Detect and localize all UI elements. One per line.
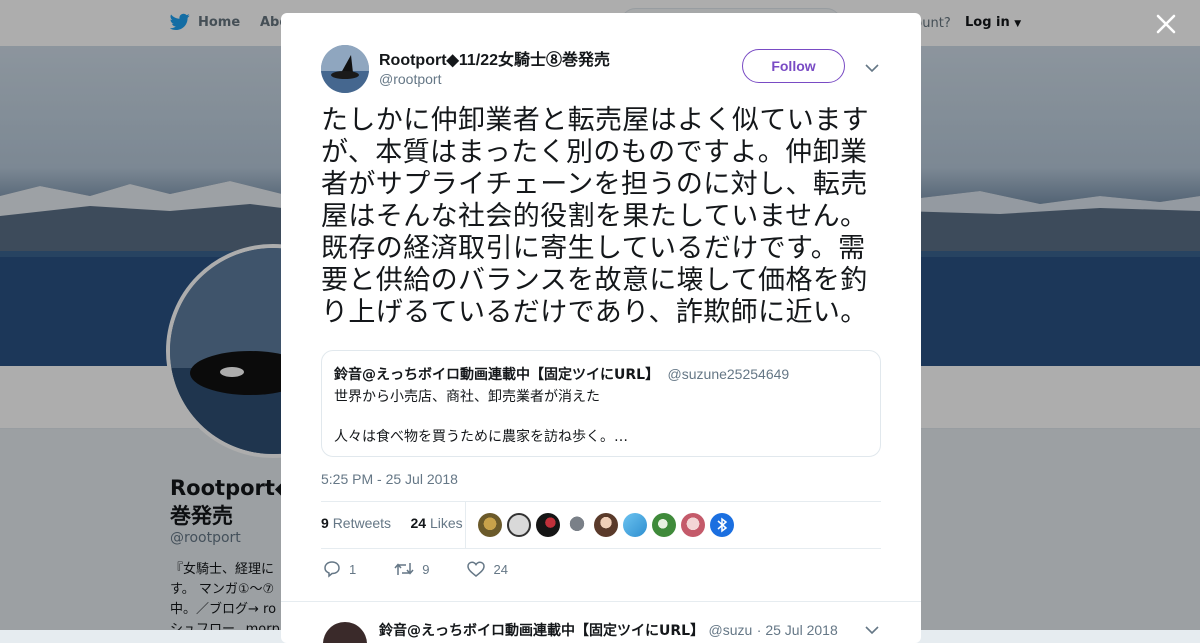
retweets-stat[interactable]: 9 Retweets	[321, 515, 391, 531]
author-handle[interactable]: @rootport	[379, 71, 441, 87]
close-button[interactable]	[1154, 12, 1178, 36]
liker-avatar[interactable]	[681, 513, 705, 537]
like-count: 24	[493, 561, 508, 577]
liker-avatar[interactable]	[536, 513, 560, 537]
liker-avatar[interactable]	[507, 513, 531, 537]
tweet-text: たしかに仲卸業者と転売屋はよく似ていますが、本質はまったく別のものですよ。仲卸業…	[321, 105, 869, 328]
quoted-tweet-text-line-1: 世界から小売店、商社、卸売業者が消えた	[334, 389, 600, 405]
reply-date: · 25 Jul 2018	[756, 622, 838, 638]
tweet-stats: 9 Retweets 24 Likes	[321, 515, 463, 531]
reply-count: 1	[349, 561, 357, 577]
author-name[interactable]: Rootport◆11/22女騎士⑧巻発売	[379, 46, 610, 70]
retweet-icon	[394, 563, 414, 575]
quoted-author-name: 鈴音@えっちボイロ動画連載中【固定ツイにURL】	[334, 367, 660, 383]
liker-avatar[interactable]	[594, 513, 618, 537]
retweet-button[interactable]: 9	[394, 561, 429, 577]
likes-stat[interactable]: 24 Likes	[411, 515, 463, 531]
liker-avatar[interactable]	[710, 513, 734, 537]
tweet-timestamp: 5:25 PM - 25 Jul 2018	[321, 471, 458, 487]
divider	[281, 601, 921, 602]
reply-header: 鈴音@えっちボイロ動画連載中【固定ツイにURL】 @suzu · 25 Jul …	[379, 620, 838, 640]
quoted-author-handle: @suzune25254649	[667, 366, 790, 382]
retweet-count: 9	[422, 561, 430, 577]
chevron-down-icon[interactable]	[865, 63, 879, 73]
heart-icon	[467, 561, 486, 577]
quoted-tweet[interactable]: 鈴音@えっちボイロ動画連載中【固定ツイにURL】 @suzune25254649…	[321, 350, 881, 457]
close-icon	[1156, 14, 1176, 34]
like-button[interactable]: 24	[467, 561, 508, 577]
liker-avatar[interactable]	[623, 513, 647, 537]
author-avatar[interactable]	[321, 45, 369, 93]
divider	[321, 548, 881, 549]
chevron-down-icon[interactable]	[865, 625, 879, 635]
reply-author-handle[interactable]: @suzu	[709, 622, 753, 638]
reply-icon	[324, 561, 340, 578]
reply-author-name[interactable]: 鈴音@えっちボイロ動画連載中【固定ツイにURL】	[379, 623, 704, 639]
bluetooth-icon	[717, 517, 728, 533]
liker-avatar[interactable]	[652, 513, 676, 537]
liker-avatars	[478, 513, 734, 537]
tweet-actions: 1 9 24	[323, 560, 546, 578]
orca-avatar-image	[321, 45, 369, 93]
stats-separator	[465, 502, 466, 548]
quoted-tweet-header: 鈴音@えっちボイロ動画連載中【固定ツイにURL】 @suzune25254649	[334, 364, 789, 384]
liker-avatar[interactable]	[565, 513, 589, 537]
follow-button[interactable]: Follow	[742, 49, 845, 83]
quoted-tweet-text-line-2: 人々は食べ物を買うために農家を訪ね歩く。…	[334, 429, 628, 445]
tweet-modal: Rootport◆11/22女騎士⑧巻発売 @rootport Follow た…	[281, 13, 921, 643]
liker-avatar[interactable]	[478, 513, 502, 537]
reply-author-avatar[interactable]	[323, 622, 367, 643]
reply-button[interactable]: 1	[323, 560, 356, 578]
divider	[321, 501, 881, 502]
